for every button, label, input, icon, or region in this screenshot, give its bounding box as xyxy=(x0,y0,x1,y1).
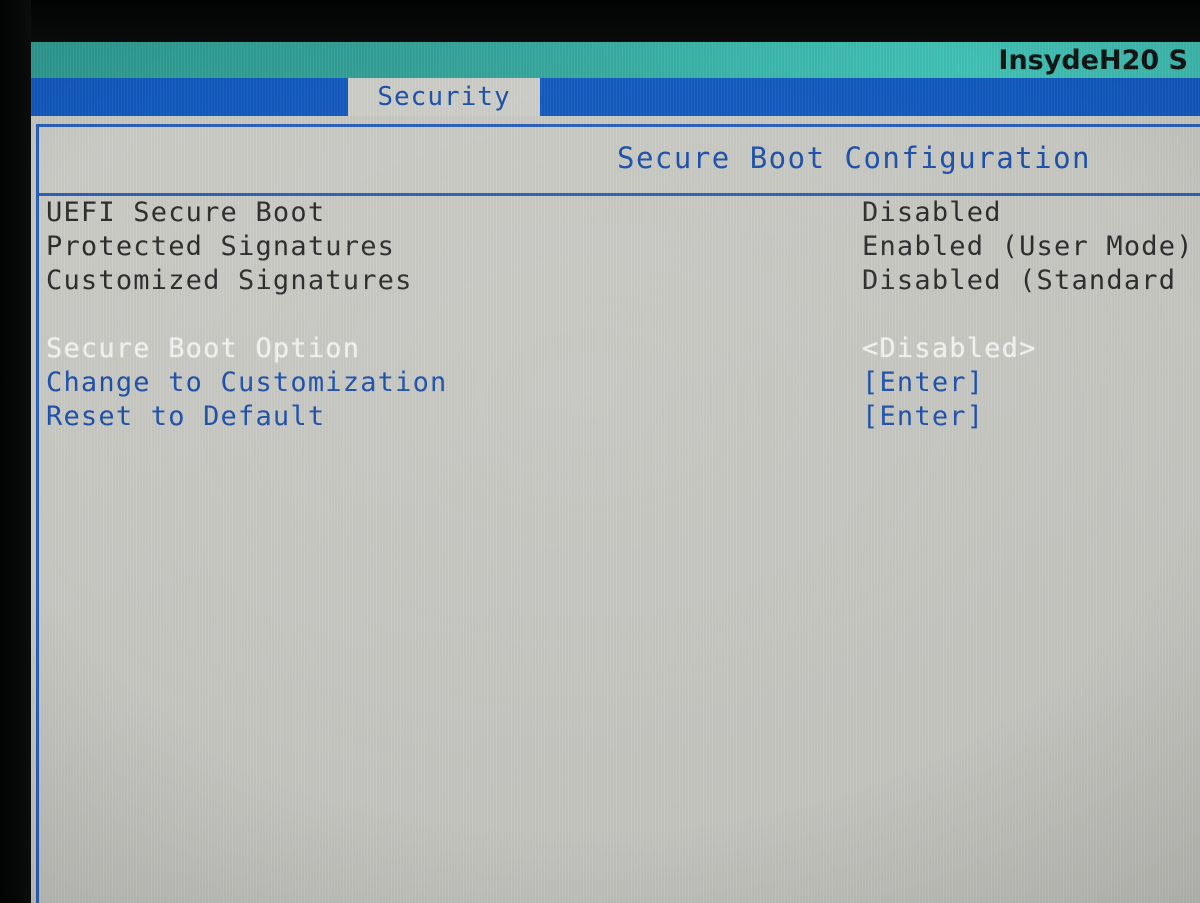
setting-label-reset-to-default: Reset to Default xyxy=(46,401,326,432)
tab-bar: Security xyxy=(31,78,1200,116)
setting-value-secure-boot-option[interactable]: <Disabled> xyxy=(862,332,1037,366)
settings-list: UEFI Secure Boot Disabled Protected Sign… xyxy=(39,196,1200,434)
tab-security[interactable]: Security xyxy=(348,78,540,116)
page-title: Secure Boot Configuration xyxy=(617,141,1091,175)
header-banner: InsydeH20 S xyxy=(31,42,1200,78)
setting-row-uefi-secure-boot: UEFI Secure Boot Disabled xyxy=(39,196,1200,230)
row-spacer xyxy=(39,298,1200,332)
panel-title-row: Secure Boot Configuration xyxy=(39,127,1200,196)
bios-screen: InsydeH20 S Security Secure Boot Configu… xyxy=(31,42,1200,903)
bezel-left-edge xyxy=(0,0,31,903)
setting-row-secure-boot-option[interactable]: Secure Boot Option <Disabled> xyxy=(39,332,1200,366)
setting-value-customized-signatures: Disabled (Standard xyxy=(862,265,1177,296)
setting-value-uefi-secure-boot: Disabled xyxy=(862,197,1002,228)
setting-value-protected-signatures: Enabled (User Mode) xyxy=(862,231,1194,262)
setting-label-customized-signatures: Customized Signatures xyxy=(46,265,413,296)
bios-vendor-title: InsydeH20 S xyxy=(998,45,1188,76)
setting-row-change-to-customization[interactable]: Change to Customization [Enter] xyxy=(39,366,1200,400)
setting-label-secure-boot-option: Secure Boot Option xyxy=(46,333,361,364)
settings-panel: Secure Boot Configuration UEFI Secure Bo… xyxy=(36,124,1200,903)
bios-screen-photo: InsydeH20 S Security Secure Boot Configu… xyxy=(0,0,1200,903)
setting-row-reset-to-default[interactable]: Reset to Default [Enter] xyxy=(39,400,1200,434)
setting-row-protected-signatures: Protected Signatures Enabled (User Mode) xyxy=(39,230,1200,264)
setting-label-protected-signatures: Protected Signatures xyxy=(46,231,396,262)
bezel-top-edge xyxy=(0,0,1200,42)
setting-label-uefi-secure-boot: UEFI Secure Boot xyxy=(46,197,326,228)
setting-value-reset-to-default[interactable]: [Enter] xyxy=(862,400,984,434)
setting-row-customized-signatures: Customized Signatures Disabled (Standard xyxy=(39,264,1200,298)
setting-label-change-to-customization: Change to Customization xyxy=(46,367,448,398)
setting-value-change-to-customization[interactable]: [Enter] xyxy=(862,366,984,400)
